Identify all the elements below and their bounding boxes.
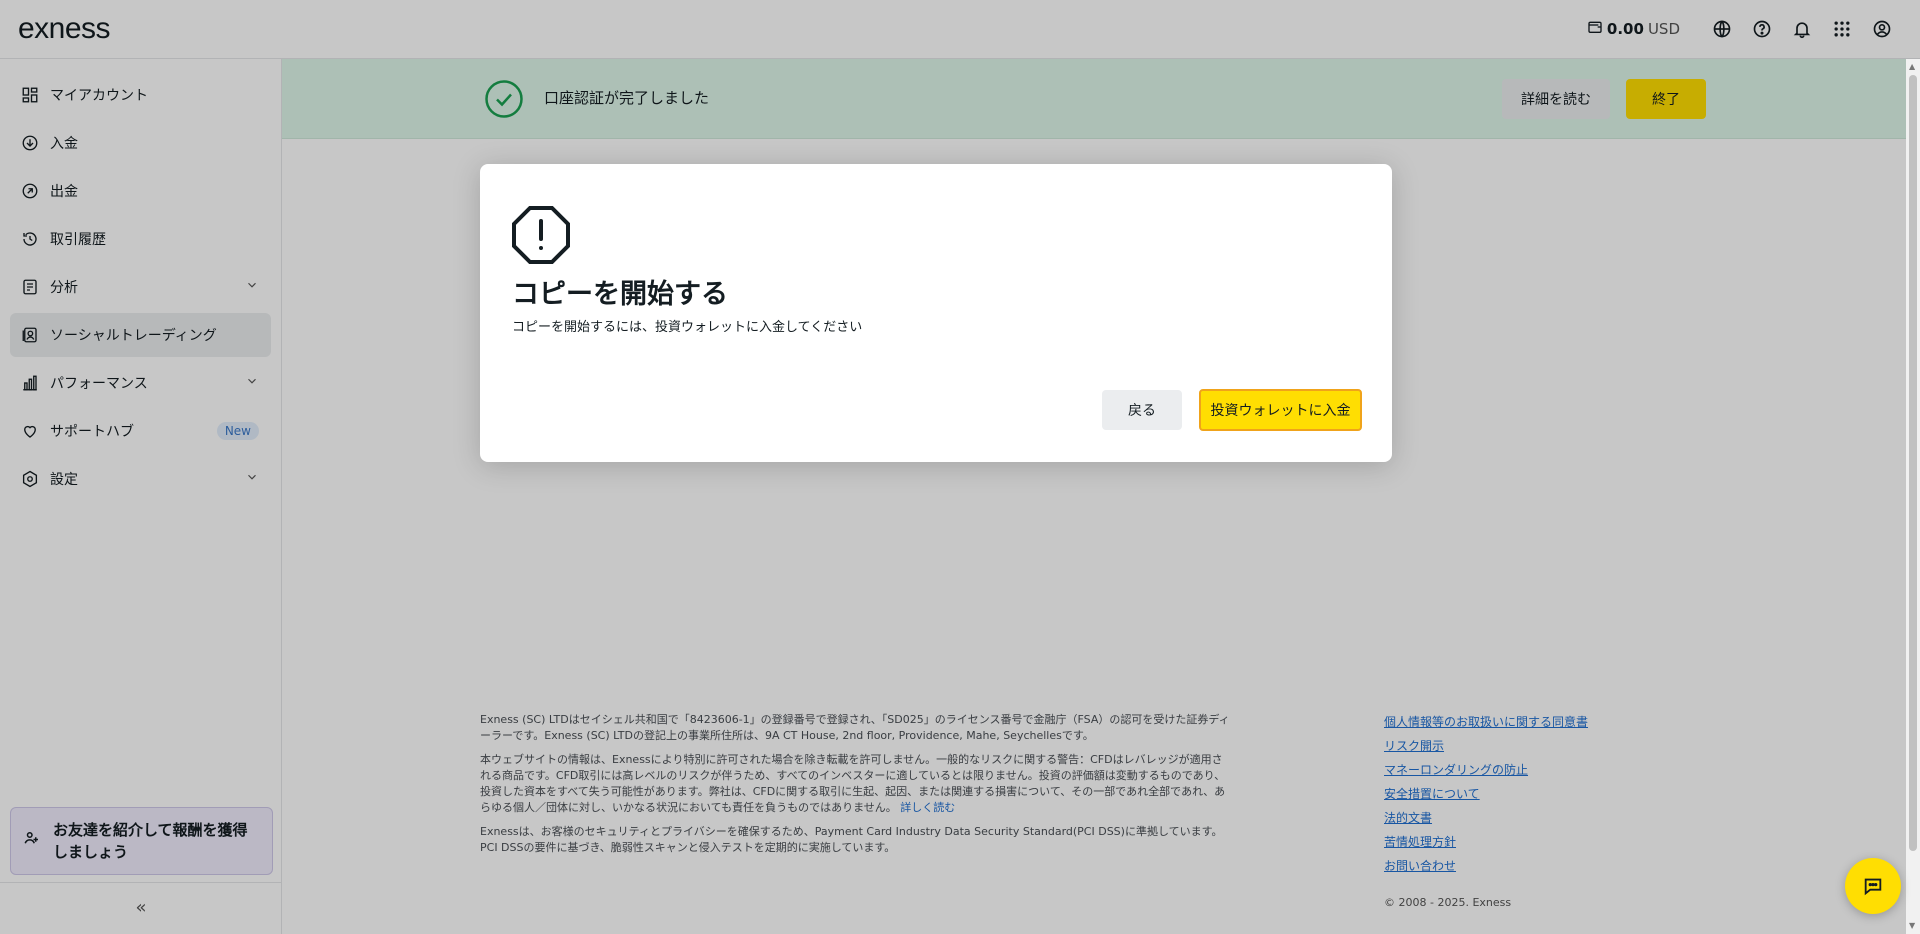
verification-message: 口座認証が完了しました bbox=[544, 89, 710, 107]
footer-link[interactable]: 法的文書 bbox=[1384, 806, 1588, 830]
double-chevron-left-icon: « bbox=[135, 897, 147, 918]
analytics-icon bbox=[21, 278, 39, 296]
dashboard-icon bbox=[21, 86, 39, 104]
dialog-title: コピーを開始する bbox=[512, 279, 728, 310]
footer-link[interactable]: マネーロンダリングの防止 bbox=[1384, 758, 1588, 782]
sidebar-item-label: 分析 bbox=[50, 280, 78, 296]
footer-link[interactable]: リスク開示 bbox=[1384, 734, 1588, 758]
finish-button[interactable]: 終了 bbox=[1626, 79, 1706, 119]
balance-currency: USD bbox=[1647, 20, 1680, 38]
chat-button[interactable] bbox=[1845, 858, 1901, 914]
footer-link[interactable]: お問い合わせ bbox=[1384, 854, 1588, 878]
read-more-button[interactable]: 詳細を読む bbox=[1502, 79, 1610, 119]
footer-para-1: Exness (SC) LTDはセイシェル共和国で「8423606-1」の登録番… bbox=[480, 713, 1230, 742]
page-scrollbar[interactable]: ▲ ▼ bbox=[1906, 59, 1920, 934]
sidebar-item-label: ソーシャルトレーディング bbox=[50, 328, 217, 344]
sidebar-item-label: 出金 bbox=[50, 184, 78, 200]
account-icon[interactable] bbox=[1862, 9, 1902, 49]
top-header: exness 0.00 USD bbox=[0, 0, 1920, 59]
sidebar-item-label: パフォーマンス bbox=[50, 376, 148, 392]
read-more-link[interactable]: 詳しく読む bbox=[900, 801, 955, 814]
scrollbar-thumb[interactable] bbox=[1909, 75, 1917, 851]
chevron-down-icon bbox=[245, 470, 259, 488]
sidebar-item-history[interactable]: 取引履歴 bbox=[10, 217, 271, 261]
footer-links: 個人情報等のお取扱いに関する同意書 リスク開示 マネーロンダリングの防止 安全措… bbox=[1384, 710, 1588, 878]
sidebar-item-settings[interactable]: 設定 bbox=[10, 457, 271, 501]
referral-banner[interactable]: お友達を紹介して報酬を獲得しましょう bbox=[10, 807, 273, 875]
wallet-balance[interactable]: 0.00 USD bbox=[1587, 19, 1680, 39]
sidebar-item-deposit[interactable]: 入金 bbox=[10, 121, 271, 165]
footer-para-2: 本ウェブサイトの情報は、Exnessにより特別に許可された場合を除き転載を許可し… bbox=[480, 753, 1226, 814]
bell-icon[interactable] bbox=[1782, 9, 1822, 49]
chat-icon bbox=[1864, 878, 1882, 896]
apps-grid-icon[interactable] bbox=[1822, 9, 1862, 49]
sidebar-item-social-trading[interactable]: ソーシャルトレーディング bbox=[10, 313, 271, 357]
back-button[interactable]: 戻る bbox=[1102, 390, 1182, 430]
balance-amount: 0.00 bbox=[1606, 20, 1644, 38]
footer-para-3: Exnessは、お客様のセキュリティとプライバシーを確保するため、Payment… bbox=[480, 825, 1223, 854]
footer-legal: Exness (SC) LTDはセイシェル共和国で「8423606-1」の登録番… bbox=[480, 712, 1230, 864]
users-icon bbox=[23, 829, 41, 853]
sidebar-item-label: マイアカウント bbox=[50, 88, 148, 104]
deposit-icon bbox=[21, 134, 39, 152]
history-icon bbox=[21, 230, 39, 248]
verification-banner: 口座認証が完了しました 詳細を読む 終了 bbox=[282, 59, 1906, 139]
collapse-sidebar-button[interactable]: « bbox=[0, 882, 282, 932]
wallet-icon bbox=[1587, 19, 1603, 39]
start-copy-dialog: コピーを開始する コピーを開始するには、投資ウォレットに入金してください 戻る … bbox=[480, 164, 1392, 462]
sidebar-item-label: 取引履歴 bbox=[50, 232, 106, 248]
settings-icon bbox=[21, 470, 39, 488]
sidebar: マイアカウント 入金 出金 取引履歴 分析 ソーシャルトレーディング パフォーマ… bbox=[0, 59, 282, 934]
scroll-up-icon[interactable]: ▲ bbox=[1909, 62, 1915, 71]
footer-link[interactable]: 苦情処理方針 bbox=[1384, 830, 1588, 854]
chevron-down-icon bbox=[245, 278, 259, 296]
sidebar-item-analytics[interactable]: 分析 bbox=[10, 265, 271, 309]
app: exness 0.00 USD マイアカウント 入金 出金 取引履歴 分析 ソー… bbox=[0, 0, 1920, 934]
footer-link[interactable]: 安全措置について bbox=[1384, 782, 1588, 806]
sidebar-item-label: 入金 bbox=[50, 136, 78, 152]
deposit-investment-wallet-button[interactable]: 投資ウォレットに入金 bbox=[1199, 389, 1362, 431]
sidebar-item-withdraw[interactable]: 出金 bbox=[10, 169, 271, 213]
withdraw-icon bbox=[21, 182, 39, 200]
sidebar-item-my-account[interactable]: マイアカウント bbox=[10, 73, 271, 117]
help-icon[interactable] bbox=[1742, 9, 1782, 49]
sidebar-item-label: 設定 bbox=[50, 472, 78, 488]
header-actions: 0.00 USD bbox=[1587, 9, 1902, 49]
sidebar-item-label: サポートハブ bbox=[50, 424, 134, 440]
globe-icon[interactable] bbox=[1702, 9, 1742, 49]
sidebar-nav: マイアカウント 入金 出金 取引履歴 分析 ソーシャルトレーディング パフォーマ… bbox=[0, 59, 281, 501]
performance-icon bbox=[21, 374, 39, 392]
footer-link[interactable]: 個人情報等のお取扱いに関する同意書 bbox=[1384, 710, 1588, 734]
new-badge: New bbox=[216, 422, 259, 440]
exness-logo[interactable]: exness bbox=[18, 12, 111, 46]
scroll-down-icon[interactable]: ▼ bbox=[1909, 921, 1915, 930]
copyright: © 2008 - 2025. Exness bbox=[1384, 896, 1512, 909]
sidebar-item-support-hub[interactable]: サポートハブ New bbox=[10, 409, 271, 453]
sidebar-item-performance[interactable]: パフォーマンス bbox=[10, 361, 271, 405]
dialog-subtitle: コピーを開始するには、投資ウォレットに入金してください bbox=[512, 320, 863, 335]
referral-text: お友達を紹介して報酬を獲得しましょう bbox=[53, 821, 248, 861]
heart-icon bbox=[21, 422, 39, 440]
chevron-down-icon bbox=[245, 374, 259, 392]
warning-octagon-icon bbox=[512, 206, 570, 264]
social-trading-icon bbox=[21, 326, 39, 344]
check-circle-icon bbox=[485, 80, 523, 118]
